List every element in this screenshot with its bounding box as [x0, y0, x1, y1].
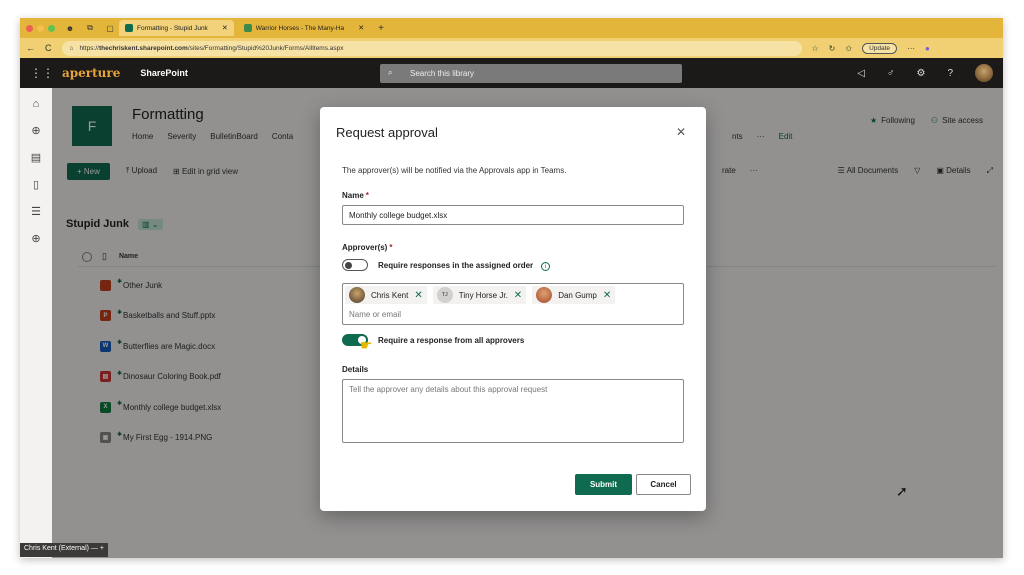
- tab-actions-icon[interactable]: ▢: [105, 23, 115, 33]
- url-path: /sites/Formatting/Stupid%20Junk/Forms/Al…: [187, 44, 344, 52]
- tab-label: Formatting - Stupid Junk: [137, 24, 208, 32]
- remove-approver-icon[interactable]: ✕: [603, 290, 611, 301]
- app-name[interactable]: SharePoint: [140, 68, 188, 78]
- url-host: thechriskent.sharepoint.com: [98, 44, 188, 52]
- required-marker: *: [389, 243, 393, 252]
- favorites-icon[interactable]: ✩: [845, 44, 852, 53]
- details-label: Details: [342, 365, 369, 374]
- copilot-icon[interactable]: ●: [925, 44, 930, 53]
- approver-name: Chris Kent: [371, 290, 409, 300]
- name-field-value: Monthly college budget.xlsx: [349, 210, 448, 220]
- avatar[interactable]: [975, 64, 993, 82]
- details-textarea[interactable]: Tell the approver any details about this…: [342, 379, 684, 443]
- lists-icon[interactable]: ☰: [31, 205, 41, 218]
- org-logo[interactable]: aperture: [62, 66, 120, 80]
- update-button[interactable]: Update: [862, 42, 898, 54]
- news-icon[interactable]: ▤: [31, 151, 41, 164]
- approvers-label-text: Approver(s): [342, 243, 388, 252]
- url-prefix: https://: [79, 44, 99, 52]
- approver-name: Tiny Horse Jr.: [458, 290, 508, 300]
- dialog-title: Request approval: [336, 125, 438, 140]
- favorite-star-icon[interactable]: ☆: [812, 44, 819, 53]
- refresh-icon[interactable]: C: [45, 43, 52, 53]
- close-tab-icon[interactable]: ✕: [358, 24, 364, 32]
- assigned-order-label: Require responses in the assigned order i: [378, 261, 551, 271]
- approvers-picker[interactable]: Chris Kent ✕ TJ Tiny Horse Jr. ✕ Dan Gum…: [342, 283, 684, 325]
- globe-icon[interactable]: ⊕: [31, 124, 40, 137]
- assigned-order-text: Require responses in the assigned order: [378, 261, 534, 270]
- minimize-window-button[interactable]: [37, 24, 44, 32]
- all-approvers-label: Require a response from all approvers: [378, 336, 525, 345]
- remove-approver-icon[interactable]: ✕: [514, 290, 522, 301]
- avatar: [536, 287, 553, 303]
- share-icon[interactable]: ♂: [887, 68, 895, 79]
- url-field[interactable]: ⌂ https://thechriskent.sharepoint.com/si…: [61, 40, 802, 56]
- home-icon[interactable]: ⌂: [70, 45, 74, 52]
- approver-chip[interactable]: Chris Kent ✕: [345, 286, 427, 304]
- megaphone-icon[interactable]: ◁: [857, 68, 865, 79]
- arrow-cursor-icon: ➚: [896, 483, 908, 499]
- maximize-window-button[interactable]: [48, 24, 55, 32]
- dialog-description: The approver(s) will be notified via the…: [342, 166, 567, 175]
- address-bar-row: ← C ⌂ https://thechriskent.sharepoint.co…: [20, 38, 1003, 58]
- approver-chip[interactable]: Dan Gump ✕: [532, 286, 616, 304]
- more-options-icon[interactable]: ···: [907, 44, 915, 53]
- approvers-label: Approver(s) *: [342, 243, 392, 252]
- site-favicon-icon: [243, 24, 252, 32]
- name-label: Name *: [342, 191, 369, 200]
- search-input[interactable]: ⌕ Search this library: [380, 64, 682, 83]
- create-icon[interactable]: ⊕: [31, 232, 40, 245]
- left-rail: ⌂ ⊕ ▤ ▯ ☰ ⊕: [20, 88, 52, 558]
- close-window-button[interactable]: [26, 24, 33, 32]
- approver-search-input[interactable]: Name or email: [349, 310, 401, 319]
- assigned-order-toggle[interactable]: [342, 259, 368, 271]
- app-launcher-icon[interactable]: ⋮⋮: [30, 66, 54, 80]
- tab-label: Warrior Horses - The Many-Ha: [255, 24, 345, 32]
- approver-chips: Chris Kent ✕ TJ Tiny Horse Jr. ✕ Dan Gum…: [345, 286, 616, 304]
- cancel-button[interactable]: Cancel: [636, 474, 691, 495]
- tab-warrior-horses[interactable]: Warrior Horses - The Many-Ha ✕: [238, 20, 370, 36]
- workspaces-icon[interactable]: ⧉: [85, 23, 95, 33]
- window-controls: [26, 24, 55, 32]
- info-icon[interactable]: i: [541, 262, 551, 271]
- profile-icon[interactable]: ☻: [65, 23, 75, 33]
- extensions-icon[interactable]: ↻: [829, 44, 836, 53]
- back-icon[interactable]: ←: [26, 43, 35, 53]
- new-tab-icon[interactable]: +: [376, 23, 386, 34]
- avatar: TJ: [436, 287, 453, 303]
- tab-formatting[interactable]: Formatting - Stupid Junk ✕: [119, 20, 234, 36]
- avatar: [349, 287, 365, 303]
- search-placeholder: Search this library: [410, 69, 475, 78]
- tab-bar: ☻ ⧉ ▢ Formatting - Stupid Junk ✕ Warrior…: [20, 18, 1003, 38]
- approver-chip[interactable]: TJ Tiny Horse Jr. ✕: [432, 286, 527, 304]
- close-icon[interactable]: ✕: [676, 125, 686, 139]
- approver-name: Dan Gump: [558, 290, 597, 300]
- toggle-knob: [345, 262, 352, 269]
- hand-cursor-icon: ☛: [360, 337, 373, 353]
- required-marker: *: [365, 191, 369, 200]
- name-field[interactable]: Monthly college budget.xlsx: [342, 205, 684, 225]
- home-icon[interactable]: ⌂: [33, 98, 40, 110]
- request-approval-dialog: Request approval ✕ The approver(s) will …: [320, 107, 706, 511]
- remove-approver-icon[interactable]: ✕: [414, 290, 422, 301]
- settings-gear-icon[interactable]: ⚙: [916, 68, 925, 79]
- name-label-text: Name: [342, 191, 364, 200]
- sharepoint-favicon-icon: [125, 24, 133, 32]
- help-icon[interactable]: ?: [947, 68, 953, 79]
- submit-button[interactable]: Submit: [575, 474, 632, 495]
- status-chip: Chris Kent (External) — +: [20, 543, 108, 557]
- suite-bar: ⋮⋮ aperture SharePoint ⌕ Search this lib…: [20, 58, 1003, 88]
- close-tab-icon[interactable]: ✕: [222, 24, 228, 32]
- files-icon[interactable]: ▯: [33, 178, 39, 191]
- search-icon: ⌕: [388, 68, 393, 77]
